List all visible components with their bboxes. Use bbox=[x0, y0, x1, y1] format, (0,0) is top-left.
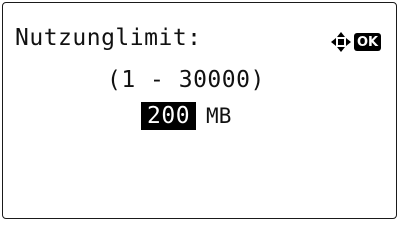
navigation-hint: OK bbox=[330, 31, 382, 53]
value-row: 200 MB bbox=[141, 101, 231, 131]
ok-key-icon: OK bbox=[354, 33, 382, 51]
unit-label: MB bbox=[206, 103, 232, 128]
value-range: (1 - 30000) bbox=[107, 67, 265, 93]
usage-limit-value-field[interactable]: 200 bbox=[141, 102, 197, 130]
screen-title: Nutzunglimit: bbox=[15, 25, 202, 51]
four-way-arrows-icon bbox=[331, 32, 351, 52]
lcd-screen: Nutzunglimit: OK (1 - 30000) 200 MB bbox=[2, 2, 397, 219]
